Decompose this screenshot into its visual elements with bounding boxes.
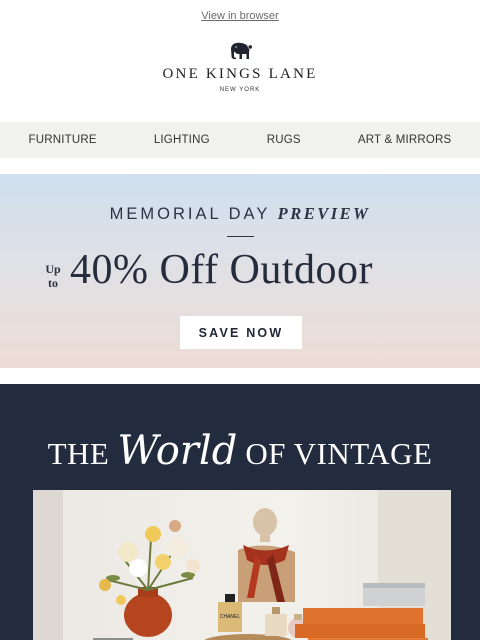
up-to-line-1: Up [45,262,61,276]
banner-headline: 40% Off Outdoor [70,247,374,293]
brand-location: NEW YORK [219,87,261,93]
perfume-label: CHANEL [220,614,241,620]
elephant-icon [231,42,252,60]
nav-item-art-mirrors[interactable]: ART & MIRRORS [358,134,452,146]
up-to-label: Up to [42,262,64,290]
preheader: View in browser [0,0,480,22]
up-to-line-2: to [48,276,58,290]
nav-item-lighting[interactable]: LIGHTING [154,134,210,146]
banner-divider [227,236,254,237]
nav-item-furniture[interactable]: FURNITURE [29,134,97,146]
title-world-script: World [117,428,238,474]
view-in-browser-link[interactable]: View in browser [201,10,278,22]
nav-item-rugs[interactable]: RUGS [267,134,301,146]
memorial-day-banner[interactable]: MEMORIAL DAY PREVIEW Up to 40% Off Outdo… [0,174,480,368]
title-the: THE [47,436,110,471]
eyebrow-plain: MEMORIAL DAY [109,205,278,223]
world-of-vintage-section[interactable]: THE World OF VINTAGE CHANEL [0,384,480,640]
brand-name: ONE KINGS LANE [162,66,318,82]
category-nav: FURNITURE LIGHTING RUGS ART & MIRRORS [0,122,480,158]
vintage-product-photo[interactable]: CHANEL [33,490,451,640]
save-now-button[interactable]: SAVE NOW [180,316,302,349]
banner-eyebrow: MEMORIAL DAY PREVIEW [0,204,480,224]
vintage-still-life-image: CHANEL [33,490,451,640]
brand-header[interactable]: ONE KINGS LANE NEW YORK [0,22,480,122]
eyebrow-emphasis: PREVIEW [277,204,371,223]
title-of-vintage: OF VINTAGE [245,436,433,471]
section-title: THE World OF VINTAGE [0,428,480,474]
